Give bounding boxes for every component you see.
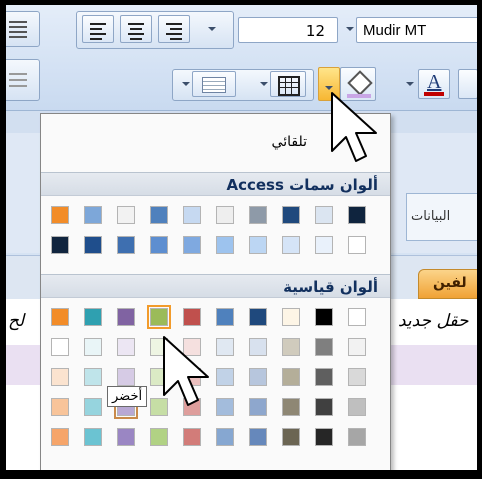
access-color-swatch[interactable] [150,206,168,224]
gridlines-style-dropdown-icon[interactable] [260,82,268,86]
font-name-value: Mudir MT [363,22,427,39]
standard-color-swatch[interactable] [249,308,267,326]
standard-color-swatch[interactable] [183,428,201,446]
standard-color-swatch[interactable] [249,428,267,446]
standard-color-swatch[interactable] [117,308,135,326]
standard-color-swatch[interactable] [315,308,333,326]
standard-color-swatch[interactable] [51,308,69,326]
standard-color-swatch[interactable] [147,305,171,329]
standard-color-swatch[interactable] [51,368,69,386]
standard-color-swatch[interactable] [282,308,300,326]
screenshot-frame: 12 Mudir MT A البيانات لفين حقل جديد لح [0,0,482,479]
standard-color-swatch[interactable] [117,338,135,356]
standard-color-swatch[interactable] [348,308,366,326]
standard-color-swatch[interactable] [249,398,267,416]
standard-color-swatch[interactable] [84,308,102,326]
list-button[interactable] [6,59,40,101]
gridlines-dropdown-icon[interactable] [182,82,190,86]
standard-color-swatch[interactable] [117,368,135,386]
justify-button[interactable] [6,11,40,47]
standard-color-swatch[interactable] [282,338,300,356]
standard-color-swatch[interactable] [315,368,333,386]
standard-color-swatch[interactable] [84,368,102,386]
standard-color-swatch[interactable] [216,428,234,446]
standard-color-swatch[interactable] [315,338,333,356]
standard-color-swatch[interactable] [84,398,102,416]
access-color-swatch[interactable] [348,206,366,224]
field-data-box: البيانات [406,193,477,241]
pointer-cursor-icon [163,336,209,406]
standard-color-swatch[interactable] [249,338,267,356]
standard-color-swatch[interactable] [183,308,201,326]
font-size-chevron-icon[interactable] [346,27,354,31]
access-color-swatch[interactable] [183,206,201,224]
access-color-swatch[interactable] [216,206,234,224]
standard-color-swatch[interactable] [84,428,102,446]
standard-color-swatch[interactable] [249,368,267,386]
field-data-label: البيانات [411,209,451,224]
standard-color-swatch[interactable] [315,398,333,416]
font-color-dropdown-icon[interactable] [406,82,414,86]
access-color-swatch[interactable] [282,206,300,224]
font-size-value: 12 [305,22,325,40]
color-name-tooltip: أخضر [107,386,148,407]
table-fill-icon [202,77,226,93]
automatic-color-label: تلقائي [271,134,307,150]
access-theme-colors-header: ألوان سمات Access [41,172,390,196]
access-color-swatch[interactable] [117,236,135,254]
table-tab-label: لفين [433,275,467,291]
access-color-swatch[interactable] [249,206,267,224]
access-color-swatch[interactable] [216,236,234,254]
align-center-button[interactable] [120,15,152,43]
table-tab[interactable]: لفين [418,269,477,299]
align-left-button[interactable] [82,15,114,43]
access-color-swatch[interactable] [51,206,69,224]
standard-color-swatch[interactable] [348,398,366,416]
access-color-swatch[interactable] [315,206,333,224]
gridlines-button[interactable] [270,71,306,97]
standard-color-swatch[interactable] [315,428,333,446]
access-color-swatch[interactable] [117,206,135,224]
standard-color-swatch[interactable] [348,368,366,386]
access-color-swatch[interactable] [315,236,333,254]
access-color-swatch[interactable] [84,206,102,224]
standard-color-swatch[interactable] [51,398,69,416]
font-size-dropdown[interactable]: 12 [238,17,338,43]
access-color-swatch[interactable] [183,236,201,254]
align-right-button[interactable] [158,15,190,43]
standard-color-swatch[interactable] [84,338,102,356]
font-color-button[interactable]: A [418,69,450,99]
standard-color-swatch[interactable] [117,428,135,446]
standard-color-swatch[interactable] [51,338,69,356]
new-field-label: حقل جديد [398,311,469,331]
grid-icon [278,76,300,96]
access-color-swatch[interactable] [249,236,267,254]
access-color-swatch[interactable] [150,236,168,254]
alternate-fill-button[interactable] [192,71,236,97]
left-field-label: لح [8,311,25,331]
access-color-swatch[interactable] [84,236,102,254]
standard-color-swatch[interactable] [282,398,300,416]
standard-color-swatch[interactable] [348,428,366,446]
more-button[interactable] [458,69,477,99]
standard-color-swatch[interactable] [348,338,366,356]
font-color-letter: A [427,71,442,93]
fill-color-chevron-icon [325,86,333,90]
access-color-swatch[interactable] [282,236,300,254]
standard-color-swatch[interactable] [51,428,69,446]
font-color-bar [424,92,444,96]
access-color-swatch[interactable] [348,236,366,254]
mouse-cursor-icon [331,92,377,162]
access-color-swatch[interactable] [51,236,69,254]
standard-color-swatch[interactable] [282,428,300,446]
alignment-dropdown-icon[interactable] [208,27,216,31]
font-name-dropdown[interactable]: Mudir MT [356,17,477,43]
standard-color-swatch[interactable] [150,428,168,446]
standard-colors-header: ألوان قياسية [41,274,390,298]
standard-color-swatch[interactable] [282,368,300,386]
standard-color-swatch[interactable] [216,308,234,326]
